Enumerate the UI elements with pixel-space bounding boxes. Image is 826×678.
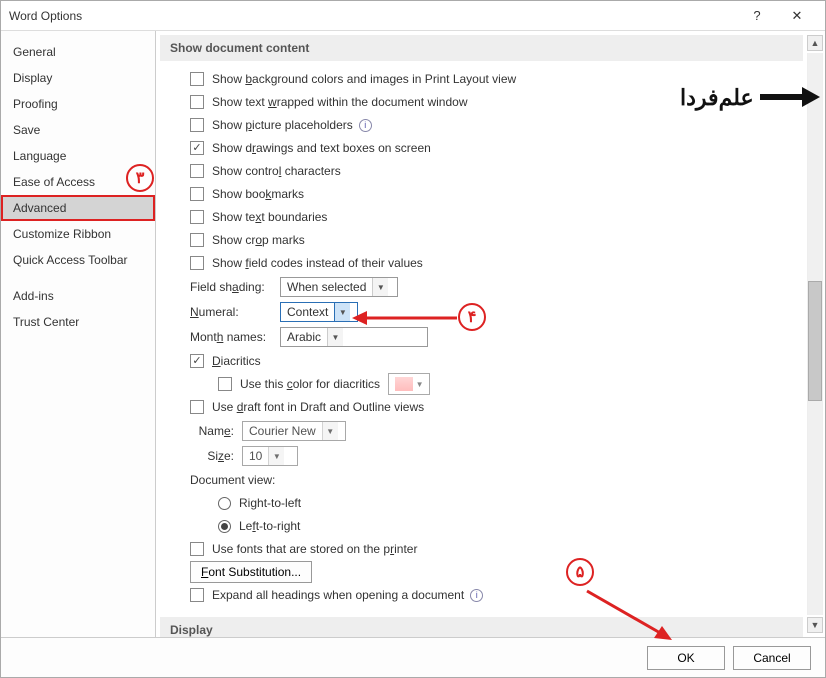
- section-body-show-document-content: Show background colors and images in Pri…: [160, 61, 803, 613]
- scrollbar-thumb[interactable]: [808, 281, 822, 401]
- sidebar-item-trust-center[interactable]: Trust Center: [1, 309, 155, 335]
- lbl-numeral: Numeral:: [190, 305, 280, 319]
- chk-wrap[interactable]: [190, 95, 204, 109]
- chevron-down-icon: ▼: [327, 328, 343, 346]
- lbl-text-bounds: Show text boundaries: [212, 210, 327, 224]
- sidebar-item-customize-ribbon[interactable]: Customize Ribbon: [1, 221, 155, 247]
- word-options-dialog: Word Options ? ✕ General Display Proofin…: [0, 0, 826, 678]
- sidebar-item-language[interactable]: Language: [1, 143, 155, 169]
- chk-bookmarks[interactable]: [190, 187, 204, 201]
- sidebar-item-save[interactable]: Save: [1, 117, 155, 143]
- chk-ctrl-chars[interactable]: [190, 164, 204, 178]
- info-icon[interactable]: i: [470, 589, 483, 602]
- lbl-ltr: Left-to-right: [239, 519, 300, 533]
- close-button[interactable]: ✕: [777, 8, 817, 24]
- ok-button[interactable]: OK: [647, 646, 725, 670]
- lbl-field-codes: Show field codes instead of their values: [212, 256, 423, 270]
- chk-diacritics-color[interactable]: [218, 377, 232, 391]
- lbl-rtl: Right-to-left: [239, 496, 301, 510]
- lbl-bg-colors: Show background colors and images in Pri…: [212, 72, 516, 86]
- radio-rtl[interactable]: [218, 497, 231, 510]
- dropdown-field-shading[interactable]: When selected▼: [280, 277, 398, 297]
- sidebar-item-display[interactable]: Display: [1, 65, 155, 91]
- lbl-diacritics: Diacritics: [212, 354, 261, 368]
- dropdown-font-name[interactable]: Courier New▼: [242, 421, 346, 441]
- lbl-bookmarks: Show bookmarks: [212, 187, 304, 201]
- lbl-placeholders: Show picture placeholders: [212, 118, 353, 132]
- lbl-drawings: Show drawings and text boxes on screen: [212, 141, 431, 155]
- chk-placeholders[interactable]: [190, 118, 204, 132]
- options-panel: ▲ ▼ Show document content Show backgroun…: [156, 31, 825, 637]
- titlebar: Word Options ? ✕: [1, 1, 825, 31]
- chevron-down-icon: ▼: [322, 422, 338, 440]
- scroll-up-button[interactable]: ▲: [807, 35, 823, 51]
- sidebar-item-ease-of-access[interactable]: Ease of Access: [1, 169, 155, 195]
- category-sidebar: General Display Proofing Save Language E…: [1, 31, 156, 637]
- lbl-field-shading: Field shading:: [190, 280, 280, 294]
- chk-diacritics[interactable]: [190, 354, 204, 368]
- lbl-crop: Show crop marks: [212, 233, 305, 247]
- info-icon[interactable]: i: [359, 119, 372, 132]
- window-title: Word Options: [9, 9, 737, 23]
- chevron-down-icon: ▼: [334, 303, 350, 321]
- dialog-body: General Display Proofing Save Language E…: [1, 31, 825, 637]
- btn-font-substitution[interactable]: Font Substitution...: [190, 561, 312, 583]
- chevron-down-icon: ▼: [372, 278, 388, 296]
- chk-draft-font[interactable]: [190, 400, 204, 414]
- sidebar-item-proofing[interactable]: Proofing: [1, 91, 155, 117]
- chk-field-codes[interactable]: [190, 256, 204, 270]
- section-header-show-document-content: Show document content: [160, 35, 803, 61]
- cancel-button[interactable]: Cancel: [733, 646, 811, 670]
- sidebar-item-add-ins[interactable]: Add-ins: [1, 283, 155, 309]
- lbl-printer-fonts: Use fonts that are stored on the printer: [212, 542, 417, 556]
- lbl-font-size: Size:: [190, 449, 242, 463]
- chevron-down-icon: ▼: [268, 447, 284, 465]
- help-button[interactable]: ?: [737, 8, 777, 23]
- lbl-font-name: Name:: [190, 424, 242, 438]
- dialog-footer: OK Cancel: [1, 637, 825, 677]
- radio-ltr[interactable]: [218, 520, 231, 533]
- dropdown-font-size[interactable]: 10▼: [242, 446, 298, 466]
- chk-text-bounds[interactable]: [190, 210, 204, 224]
- diacritics-color-picker[interactable]: ▼: [388, 373, 430, 395]
- sidebar-item-quick-access-toolbar[interactable]: Quick Access Toolbar: [1, 247, 155, 273]
- chevron-down-icon: ▼: [416, 380, 424, 389]
- lbl-month-names: Month names:: [190, 330, 280, 344]
- lbl-draft-font: Use draft font in Draft and Outline view…: [212, 400, 424, 414]
- sidebar-item-advanced[interactable]: Advanced: [1, 195, 155, 221]
- chk-drawings[interactable]: [190, 141, 204, 155]
- lbl-wrap: Show text wrapped within the document wi…: [212, 95, 467, 109]
- paint-bucket-icon: [395, 377, 413, 391]
- sidebar-item-general[interactable]: General: [1, 39, 155, 65]
- lbl-diacritics-color: Use this color for diacritics: [240, 377, 380, 391]
- dropdown-numeral[interactable]: Context▼: [280, 302, 358, 322]
- lbl-doc-view: Document view:: [190, 473, 275, 487]
- chk-crop[interactable]: [190, 233, 204, 247]
- chk-printer-fonts[interactable]: [190, 542, 204, 556]
- lbl-ctrl-chars: Show control characters: [212, 164, 341, 178]
- scroll-down-button[interactable]: ▼: [807, 617, 823, 633]
- chk-bg-colors[interactable]: [190, 72, 204, 86]
- chk-expand-headings[interactable]: [190, 588, 204, 602]
- lbl-expand-headings: Expand all headings when opening a docum…: [212, 588, 464, 602]
- dropdown-month-names[interactable]: Arabic▼: [280, 327, 428, 347]
- section-header-display: Display: [160, 617, 803, 637]
